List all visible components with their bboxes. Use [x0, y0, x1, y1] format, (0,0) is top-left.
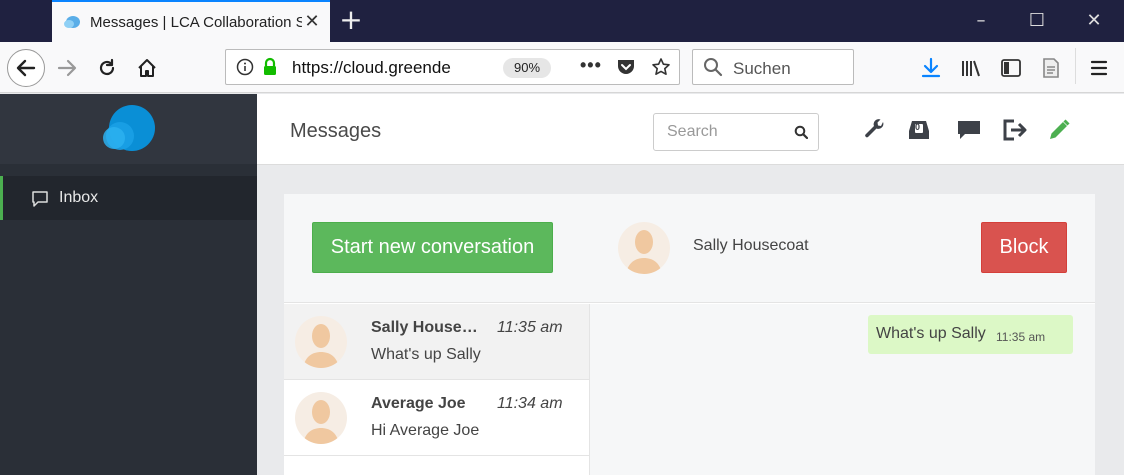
inbox-count-badge: 0 — [915, 122, 921, 132]
conversation-name: Average Joe — [371, 395, 466, 412]
message-time: 11:35 am — [996, 330, 1046, 344]
conversation-list: Sally Housecoat 11:35 am What's up Sally… — [284, 304, 590, 475]
maximize-icon[interactable]: ☐ — [1022, 6, 1052, 36]
app-header: Messages 0 — [257, 94, 1124, 165]
sidebar-item-label: Inbox — [59, 189, 99, 206]
person-silhouette-icon — [626, 230, 662, 274]
sidebar-toggle-icon[interactable] — [995, 52, 1027, 84]
sidebar-item-inbox[interactable]: Inbox — [0, 176, 257, 220]
logo-area — [0, 94, 257, 164]
message-text: What's up Sally — [876, 325, 986, 342]
avatar — [618, 222, 670, 274]
pencil-icon[interactable] — [1045, 116, 1073, 144]
conversation-preview: What's up Sally — [371, 346, 481, 363]
conversation-time: 11:34 am — [497, 395, 563, 412]
app-logo-icon[interactable] — [100, 104, 158, 154]
browser-search-bar[interactable]: Suchen — [692, 49, 854, 85]
download-icon[interactable] — [915, 52, 947, 84]
message-square-icon — [32, 191, 48, 207]
pocket-icon[interactable] — [616, 58, 636, 76]
info-icon[interactable] — [236, 58, 254, 76]
reload-icon[interactable] — [91, 52, 123, 84]
conversation-name: Sally Housecoat — [371, 319, 486, 336]
zoom-level[interactable]: 90% — [503, 58, 551, 78]
header-search[interactable] — [653, 113, 819, 151]
url-bar[interactable]: https://cloud.greende 90% ••• — [225, 49, 680, 85]
library-icon[interactable] — [955, 52, 987, 84]
inbox-tray-icon[interactable]: 0 — [905, 116, 933, 144]
sidebar: Inbox — [0, 94, 257, 475]
close-tab-icon[interactable]: ✕ — [302, 11, 322, 31]
home-icon[interactable] — [131, 52, 163, 84]
page-title: Messages — [290, 120, 382, 142]
bookmark-star-icon[interactable] — [651, 57, 671, 77]
browser-search-placeholder: Suchen — [733, 59, 791, 78]
toolbar-divider — [1075, 48, 1076, 84]
search-input[interactable] — [654, 114, 784, 150]
browser-tab-bar: Messages | LCA Collaboration S ✕ + – ☐ ✕ — [0, 0, 1124, 42]
browser-tab[interactable]: Messages | LCA Collaboration S ✕ — [52, 0, 330, 42]
messages-panel: Start new conversation Sally Housecoat B… — [284, 194, 1095, 475]
list-item[interactable]: Sally Housecoat 11:35 am What's up Sally — [284, 304, 589, 380]
start-conversation-button[interactable]: Start new conversation — [312, 222, 553, 273]
reader-view-icon[interactable] — [1035, 52, 1067, 84]
back-icon[interactable] — [7, 49, 45, 87]
page-actions-icon[interactable]: ••• — [580, 55, 602, 76]
cloud-favicon-icon — [64, 16, 80, 28]
panel-toolbar: Start new conversation Sally Housecoat B… — [284, 194, 1095, 303]
message-thread: What's up Sally 11:35 am — [590, 304, 1095, 475]
tab-title: Messages | LCA Collaboration S — [90, 14, 302, 31]
close-window-icon[interactable]: ✕ — [1079, 6, 1109, 36]
hamburger-menu-icon[interactable] — [1083, 52, 1115, 84]
sign-out-icon[interactable] — [1000, 116, 1028, 144]
forward-icon[interactable] — [51, 52, 83, 84]
comment-icon[interactable] — [955, 116, 983, 144]
conversation-time: 11:35 am — [497, 319, 563, 336]
wrench-icon[interactable] — [861, 116, 889, 144]
conversation-preview: Hi Average Joe — [371, 422, 480, 439]
block-button[interactable]: Block — [981, 222, 1067, 273]
search-icon — [704, 58, 723, 77]
new-tab-icon[interactable]: + — [336, 6, 366, 36]
search-icon[interactable] — [794, 125, 808, 139]
list-item[interactable]: Average Joe 11:34 am Hi Average Joe — [284, 380, 589, 456]
avatar — [295, 392, 347, 444]
lock-icon — [264, 57, 276, 75]
avatar — [295, 316, 347, 368]
minimize-icon[interactable]: – — [966, 6, 996, 36]
url-text[interactable]: https://cloud.greende — [292, 58, 462, 78]
message-bubble: What's up Sally 11:35 am — [868, 315, 1073, 354]
person-silhouette-icon — [303, 400, 339, 444]
person-silhouette-icon — [303, 324, 339, 368]
contact-name: Sally Housecoat — [693, 237, 809, 254]
browser-nav-bar: https://cloud.greende 90% ••• Suchen — [0, 42, 1124, 93]
